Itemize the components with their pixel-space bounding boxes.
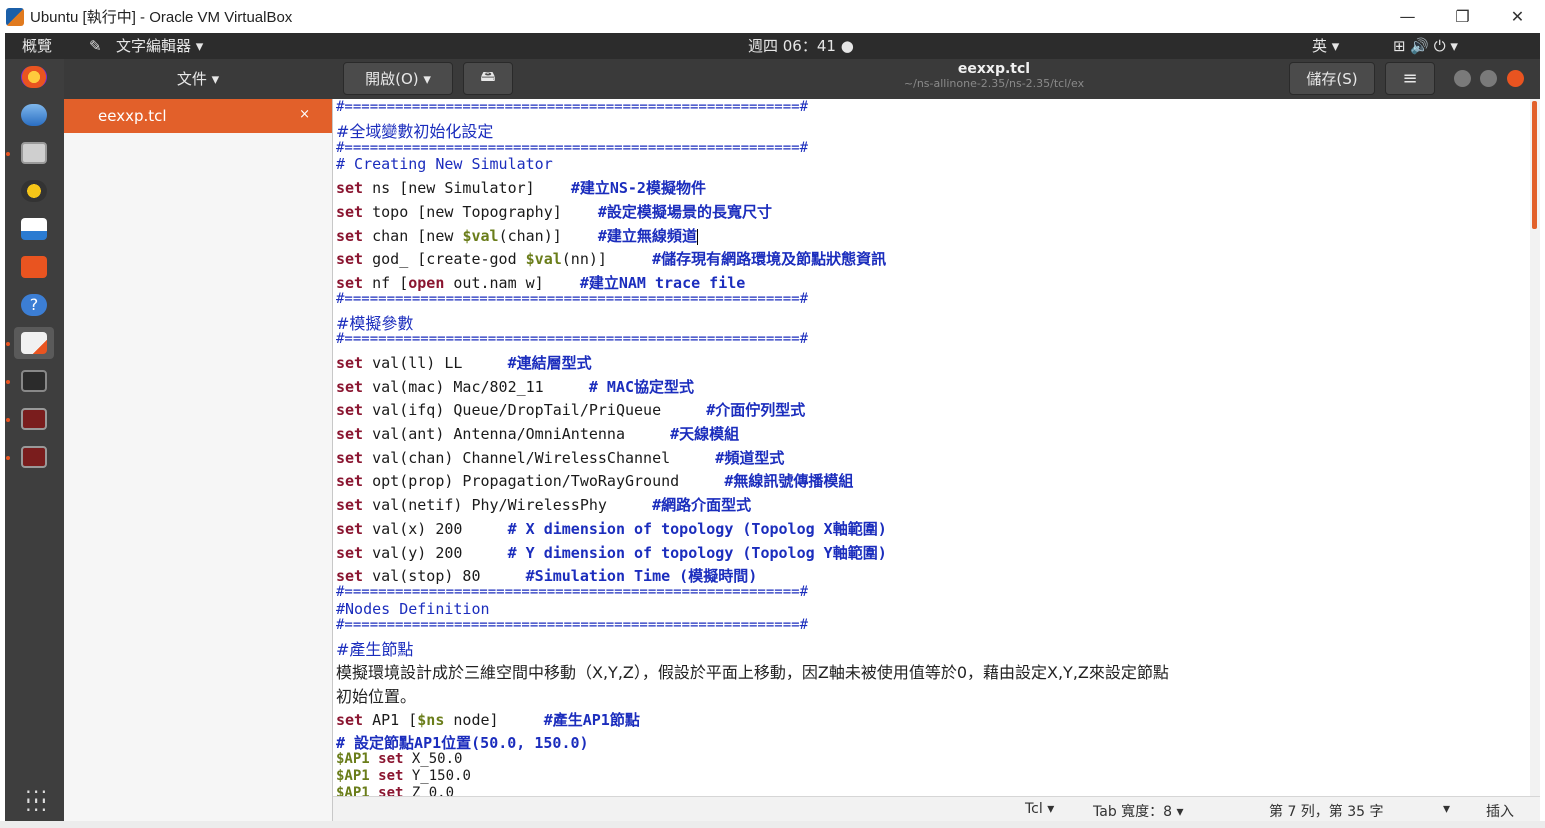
code-line: #=======================================…	[336, 331, 809, 347]
code-line: #全域變數初始化設定	[336, 122, 494, 141]
activities-button[interactable]: 概覽	[22, 33, 52, 59]
code-line: set chan [new $val(chan)] #建立無線頻道	[336, 227, 698, 245]
host-bottom-edge	[0, 821, 1545, 828]
app-window-icon-2[interactable]	[14, 441, 54, 473]
code-line: set ns [new Simulator] #建立NS-2模擬物件	[336, 179, 706, 197]
code-line: set val(netif) Phy/WirelessPhy #網路介面型式	[336, 496, 752, 514]
code-line: set val(chan) Channel/WirelessChannel #頻…	[336, 449, 785, 467]
text-cursor	[696, 228, 698, 245]
text-editor-area[interactable]: #=======================================…	[333, 99, 1530, 796]
code-line: set val(stop) 80 #Simulation Time (模擬時間)	[336, 567, 758, 585]
dock: ? ::::::	[5, 59, 64, 821]
code-line: set val(ant) Antenna/OmniAntenna #天線模組	[336, 425, 740, 443]
minimize-window-icon[interactable]	[1454, 70, 1471, 87]
code-line: set val(y) 200 # Y dimension of topology…	[336, 544, 887, 562]
code-line: 模擬環境設計成於三維空間中移動（X,Y,Z），假設於平面上移動，因Z軸未被使用值…	[336, 663, 1169, 682]
tab-width-selector[interactable]: Tab 寬度：8 ▾	[1093, 801, 1184, 821]
document-title: eexxp.tcl	[957, 61, 1031, 77]
editor-header-bar: 文件 ▾ 開啟(O) ▾ 🖴 eexxp.tcl ~/ns-allinone-2…	[64, 59, 1540, 99]
code-line: $AP1 set Y_150.0	[336, 768, 471, 784]
host-window-title: Ubuntu [執行中] - Oracle VM VirtualBox	[30, 9, 293, 26]
scrollbar-thumb[interactable]	[1532, 101, 1537, 229]
code-line: #=======================================…	[336, 291, 809, 307]
code-line: set val(x) 200 # X dimension of topology…	[336, 520, 887, 538]
code-line: set opt(prop) Propagation/TwoRayGround #…	[336, 472, 854, 490]
code-line: #=======================================…	[336, 99, 809, 115]
close-window-icon[interactable]	[1507, 70, 1524, 87]
software-center-icon[interactable]	[14, 251, 54, 283]
running-indicator	[6, 418, 10, 422]
insert-mode-indicator[interactable]: 插入	[1486, 801, 1514, 821]
new-tab-icon[interactable]: 🖴	[463, 62, 513, 95]
code-line: #=======================================…	[336, 584, 809, 600]
running-indicator	[6, 152, 10, 156]
code-line: set nf [open out.nam w] #建立NAM trace fil…	[336, 274, 746, 292]
document-tab-eexxp[interactable]: eexxp.tcl ×	[64, 99, 332, 133]
code-line: $AP1 set X_50.0	[336, 751, 463, 767]
code-line: set val(mac) Mac/802_11 # MAC協定型式	[336, 378, 695, 396]
document-menu-button[interactable]: 文件 ▾	[146, 62, 250, 95]
input-method-menu[interactable]: 英 ▾	[1312, 33, 1339, 59]
host-title-bar: Ubuntu [執行中] - Oracle VM VirtualBox — ❐ …	[0, 0, 1545, 33]
open-button[interactable]: 開啟(O) ▾	[343, 62, 453, 95]
virtualbox-logo-icon	[6, 7, 24, 26]
help-icon[interactable]: ?	[14, 289, 54, 321]
restore-button[interactable]: ❐	[1435, 0, 1490, 33]
code-line: #產生節點	[336, 640, 414, 659]
language-selector[interactable]: Tcl ▾	[1025, 801, 1054, 817]
firefox-icon[interactable]	[14, 61, 54, 93]
vertical-scrollbar[interactable]	[1530, 99, 1540, 796]
thunderbird-icon[interactable]	[14, 99, 54, 131]
ubuntu-top-panel: 概覽 ✎ 文字編輯器 ▾ 週四 06：41 ● 英 ▾ ⊞ 🔊 ⏻ ▾	[5, 33, 1540, 59]
libreoffice-writer-icon[interactable]	[14, 213, 54, 245]
system-tray-menu[interactable]: ⊞ 🔊 ⏻ ▾	[1393, 33, 1458, 59]
code-line: set val(ll) LL #連結層型式	[336, 354, 592, 372]
minimize-button[interactable]: —	[1380, 0, 1435, 33]
running-indicator	[6, 380, 10, 384]
document-title-area: eexxp.tcl ~/ns-allinone-2.35/ns-2.35/tcl…	[804, 61, 1184, 90]
code-line: 初始位置。	[336, 687, 417, 706]
code-line: set god_ [create-god $val(nn)] #儲存現有網路環境…	[336, 250, 887, 268]
text-editor-app-icon: ✎	[89, 37, 102, 55]
hamburger-menu-icon[interactable]: ≡	[1385, 62, 1435, 95]
cursor-position[interactable]: 第 7 列，第 35 字	[1269, 801, 1384, 821]
app-window-icon[interactable]	[14, 403, 54, 435]
code-line: # 設定節點AP1位置(50.0, 150.0)	[336, 734, 589, 752]
save-button[interactable]: 儲存(S)	[1289, 62, 1375, 95]
files-icon[interactable]	[14, 137, 54, 169]
close-tab-icon[interactable]: ×	[299, 107, 310, 122]
running-indicator	[6, 342, 10, 346]
running-indicator	[6, 456, 10, 460]
code-line: #Nodes Definition	[336, 600, 490, 618]
show-applications-icon[interactable]: ::::::	[25, 784, 47, 814]
code-line: #=======================================…	[336, 617, 809, 633]
code-line: set topo [new Topography] #設定模擬場景的長寬尺寸	[336, 203, 772, 221]
document-path: ~/ns-allinone-2.35/ns-2.35/tcl/ex	[903, 77, 1085, 90]
code-line: set val(ifq) Queue/DropTail/PriQueue #介面…	[336, 401, 806, 419]
code-line: #=======================================…	[336, 140, 809, 156]
document-tab-label: eexxp.tcl	[98, 107, 167, 125]
code-line: $AP1 set Z_0.0	[336, 785, 455, 796]
text-editor-dock-icon[interactable]	[14, 327, 54, 359]
close-button[interactable]: ✕	[1490, 0, 1545, 33]
maximize-window-icon[interactable]	[1480, 70, 1497, 87]
position-menu-arrow[interactable]: ▾	[1443, 801, 1450, 817]
rhythmbox-icon[interactable]	[14, 175, 54, 207]
clock[interactable]: 週四 06：41 ●	[748, 33, 854, 59]
status-bar: Tcl ▾ Tab 寬度：8 ▾ 第 7 列，第 35 字 ▾ 插入	[333, 796, 1540, 822]
code-line: # Creating New Simulator	[336, 155, 553, 173]
terminal-icon[interactable]	[14, 365, 54, 397]
app-menu[interactable]: 文字編輯器 ▾	[116, 33, 203, 59]
code-line: set AP1 [$ns node] #產生AP1節點	[336, 711, 640, 729]
documents-sidebar: eexxp.tcl ×	[64, 99, 333, 821]
